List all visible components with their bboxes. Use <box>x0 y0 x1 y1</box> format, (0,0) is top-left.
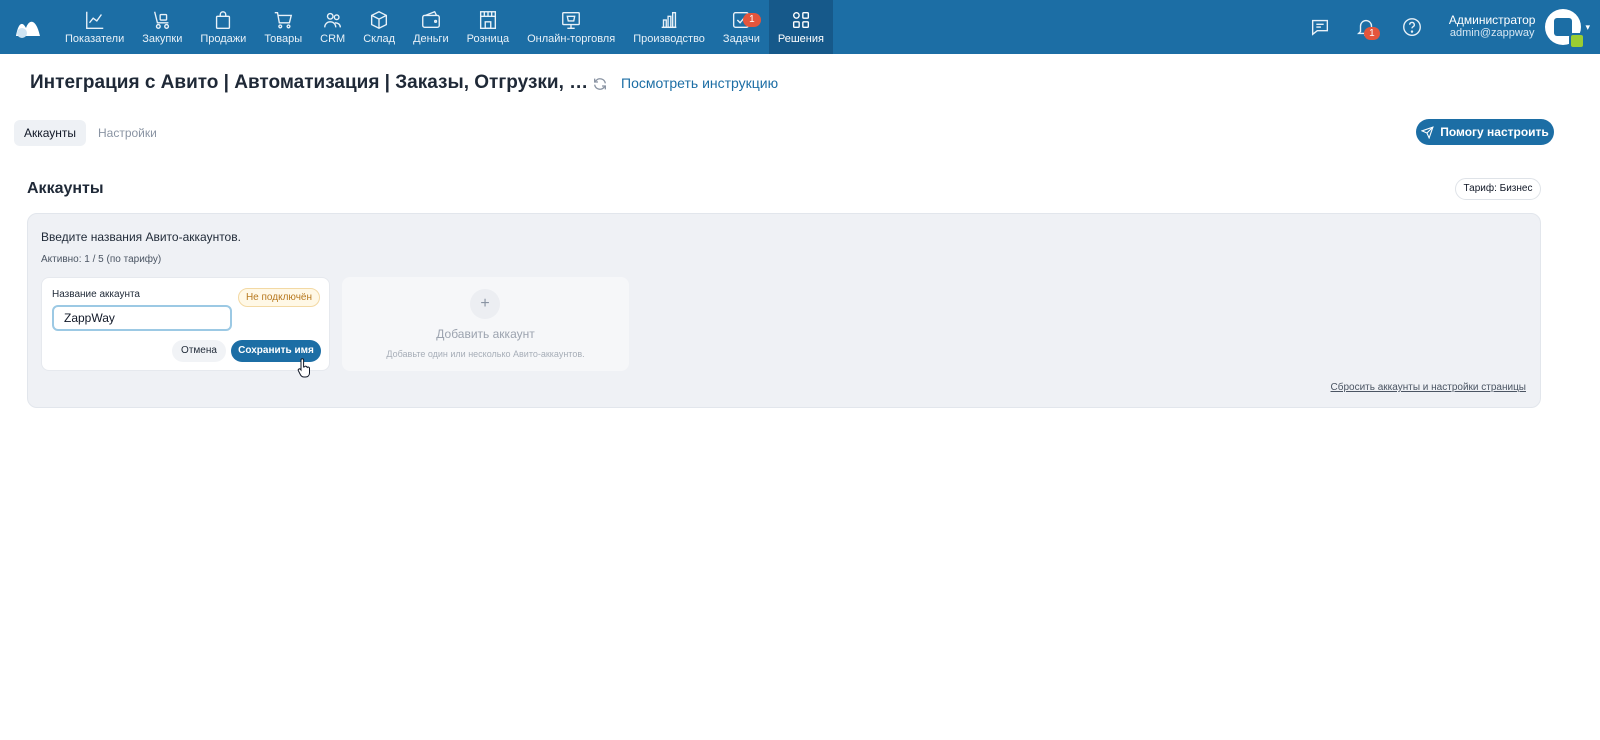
reset-link[interactable]: Сбросить аккаунты и настройки страницы <box>1331 382 1526 393</box>
add-account-subtitle: Добавьте один или несколько Авито-аккаун… <box>386 349 585 359</box>
wallet-icon <box>421 10 440 29</box>
user-info[interactable]: Администратор admin@zappway <box>1449 14 1536 40</box>
nav-item-warehouse[interactable]: Склад <box>354 0 404 54</box>
help-button[interactable] <box>1399 14 1425 40</box>
account-name-label: Название аккаунта <box>52 289 140 300</box>
nav-item-sales[interactable]: Продажи <box>191 0 255 54</box>
account-name-input[interactable] <box>52 305 232 331</box>
main-nav: Показатели Закупки Продажи Товары CRM Ск… <box>56 0 833 54</box>
nav-item-purchases[interactable]: Закупки <box>133 0 191 54</box>
bar-chart-icon <box>661 11 677 29</box>
nav-label: CRM <box>320 33 346 45</box>
tariff-badge: Тариф: Бизнес <box>1455 178 1541 200</box>
box-icon <box>371 10 388 30</box>
page-title: Интеграция с Авито | Автоматизация | Зак… <box>30 72 589 93</box>
logo[interactable] <box>0 0 56 54</box>
user-email: admin@zappway <box>1449 27 1535 39</box>
grid-icon <box>792 11 809 29</box>
tasks-badge: 1 <box>742 13 761 27</box>
cancel-button[interactable]: Отмена <box>172 340 226 362</box>
top-navigation-bar: Показатели Закупки Продажи Товары CRM Ск… <box>0 0 1600 54</box>
add-account-title: Добавить аккаунт <box>436 327 535 341</box>
question-icon <box>1402 18 1421 36</box>
nav-item-crm[interactable]: CRM <box>311 0 354 54</box>
status-badge: Не подключён <box>237 288 320 307</box>
nav-label: Розница <box>466 33 510 45</box>
chevron-down-icon[interactable]: ▾ <box>1585 22 1590 33</box>
nav-label: Решения <box>777 33 824 45</box>
nav-label: Продажи <box>200 33 247 45</box>
store-icon <box>479 11 496 29</box>
nav-label: Деньги <box>413 33 449 45</box>
nav-item-money[interactable]: Деньги <box>404 0 458 54</box>
tab-accounts[interactable]: Аккаунты <box>14 120 87 146</box>
user-name: Администратор <box>1448 13 1536 27</box>
avatar[interactable] <box>1545 9 1586 49</box>
nav-label: Закупки <box>142 33 183 45</box>
send-icon <box>1421 125 1434 139</box>
nav-item-retail[interactable]: Розница <box>458 0 519 54</box>
cart-icon <box>274 11 293 29</box>
nav-label: Задачи <box>722 33 760 45</box>
plus-icon[interactable]: + <box>470 289 500 319</box>
top-right-controls: 1 Администратор admin@zappway ▾ <box>1297 0 1600 54</box>
nav-item-production[interactable]: Производство <box>624 0 714 54</box>
nav-label: Товары <box>264 33 303 45</box>
shopping-bag-icon <box>216 11 231 29</box>
logo-icon <box>16 21 40 38</box>
nav-label: Склад <box>363 33 396 45</box>
online-shop-icon <box>562 11 581 29</box>
active-count: Активно: 1 / 5 (по тарифу) <box>41 254 162 265</box>
notifications-badge: 1 <box>1363 27 1380 40</box>
accounts-panel: Введите названия Авито-аккаунтов. Активн… <box>27 213 1541 408</box>
add-account-card[interactable]: + Добавить аккаунт Добавьте один или нес… <box>342 277 629 371</box>
chat-button[interactable] <box>1307 14 1333 40</box>
help-setup-label: Помогу настроить <box>1440 125 1549 139</box>
nav-item-solutions[interactable]: Решения <box>768 0 833 54</box>
nav-label: Онлайн-торговля <box>527 33 616 45</box>
instruction-link[interactable]: Посмотреть инструкцию <box>621 75 778 91</box>
chat-icon <box>1311 19 1328 36</box>
account-card: Название аккаунта Не подключён Отмена Со… <box>41 277 330 378</box>
notifications-button[interactable]: 1 <box>1353 14 1380 40</box>
hand-cursor-icon <box>297 358 310 378</box>
nav-label: Производство <box>633 33 705 45</box>
nav-item-goods[interactable]: Товары <box>255 0 311 54</box>
nav-label: Показатели <box>65 33 125 45</box>
section-title: Аккаунты <box>27 180 104 197</box>
users-icon <box>323 12 341 28</box>
refresh-icon[interactable] <box>592 76 608 92</box>
dolly-icon <box>154 11 170 29</box>
nav-item-tasks[interactable]: Задачи 1 <box>714 0 769 54</box>
nav-item-indicators[interactable]: Показатели <box>56 0 133 54</box>
tab-settings[interactable]: Настройки <box>88 120 167 146</box>
panel-description: Введите названия Авито-аккаунтов. <box>41 230 241 244</box>
tag-icon <box>1569 33 1586 49</box>
nav-item-online-trade[interactable]: Онлайн-торговля <box>518 0 624 54</box>
help-setup-button[interactable]: Помогу настроить <box>1416 119 1554 145</box>
chart-line-icon <box>85 11 103 29</box>
